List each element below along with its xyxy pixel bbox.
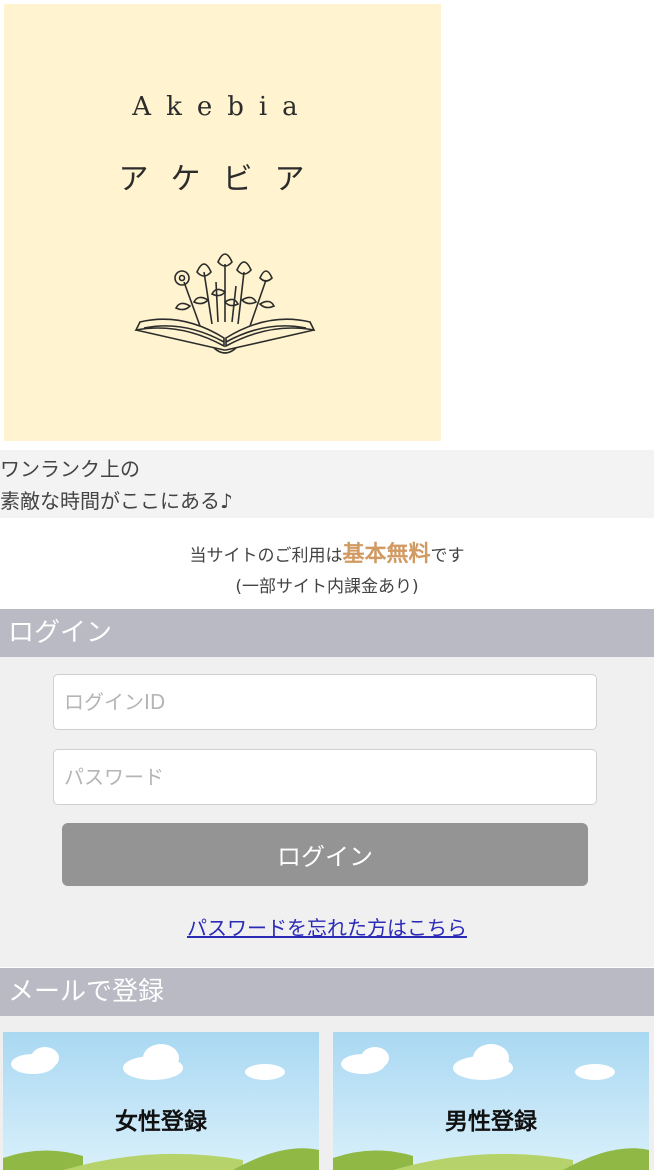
site-logo: Akebia アケビア — [4, 4, 441, 441]
billing-notice: (一部サイト内課金あり) — [235, 577, 419, 597]
free-notice: 当サイトのご利用は基本無料です — [0, 536, 654, 568]
sky-landscape-image — [333, 1032, 649, 1170]
sky-landscape-image — [3, 1032, 319, 1170]
male-register-button[interactable]: 男性登録 — [333, 1032, 649, 1170]
forgot-password-link[interactable]: パスワードを忘れた方はこちら — [0, 912, 654, 941]
male-register-label: 男性登録 — [445, 1108, 537, 1135]
password-input[interactable] — [53, 749, 597, 805]
login-section-header: ログイン — [0, 609, 654, 657]
free-notice-prefix: 当サイトのご利用は — [189, 546, 343, 566]
mail-register-section-header: メールで登録 — [0, 968, 654, 1016]
free-notice-highlight: 基本無料 — [342, 542, 431, 567]
login-id-input[interactable] — [53, 674, 597, 730]
login-button[interactable]: ログイン — [62, 823, 588, 886]
tagline-line1: ワンランク上の — [0, 457, 140, 481]
female-register-label: 女性登録 — [115, 1108, 207, 1135]
book-flowers-icon — [134, 253, 316, 354]
tagline-line2: 素敵な時間がここにある♪ — [0, 489, 233, 513]
logo-name-ja: アケビア — [118, 162, 327, 197]
free-notice-suffix: です — [430, 546, 465, 566]
logo-name-en: Akebia — [132, 92, 313, 122]
female-register-button[interactable]: 女性登録 — [3, 1032, 319, 1170]
